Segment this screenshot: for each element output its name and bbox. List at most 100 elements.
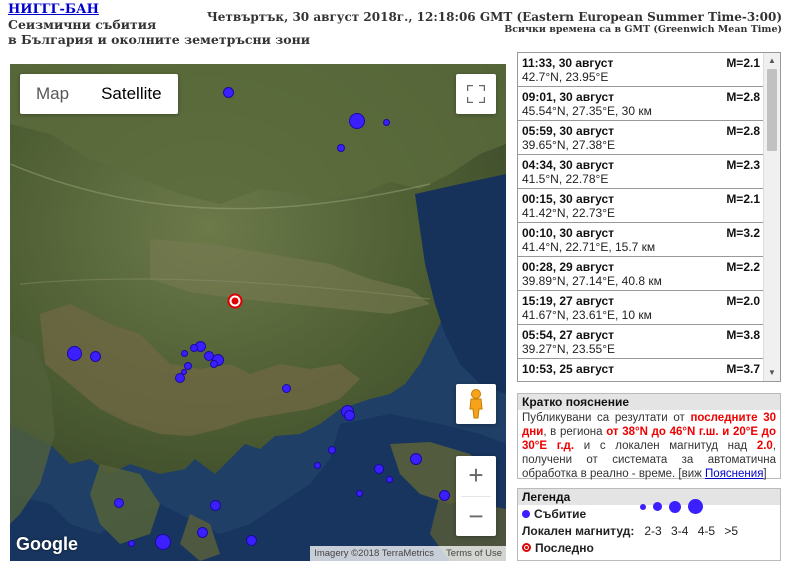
legend-event-label: Събитие [534,506,587,521]
event-marker[interactable] [439,490,450,501]
explanation-panel: Кратко пояснение Публикувани са резултат… [517,393,781,480]
scroll-down-icon[interactable]: ▼ [764,365,780,381]
map-canvas[interactable]: Map Satellite + − Google Imagery ©2018 T… [10,64,506,561]
explanations-link[interactable]: Пояснения [705,468,763,480]
event-marker[interactable] [328,446,336,454]
event-time: 05:54, 27 август [522,328,615,342]
terms-link[interactable]: Terms of Use [446,548,502,559]
legend-event-row: Събитие [518,499,780,522]
event-magnitude: M=3.8 [726,328,760,342]
event-marker[interactable] [181,369,187,375]
explain-highlight-magnitude: 2.0 [756,440,773,452]
zoom-control: + − [456,456,496,536]
event-coordinates: 41.67°N, 23.61°E, 10 км [522,308,652,322]
event-time: 04:34, 30 август [522,158,615,172]
event-marker[interactable] [344,410,355,421]
event-coordinates: 41.42°N, 22.73°E [522,206,615,220]
event-marker[interactable] [223,87,234,98]
event-marker[interactable] [349,113,365,129]
zoom-in-button[interactable]: + [456,456,496,496]
street-view-button[interactable] [456,384,496,424]
explain-text-part: и с локален магнитуд над [583,440,748,452]
event-marker[interactable] [197,527,208,538]
event-list-item[interactable]: 04:34, 30 август M=2.3 41.5°N, 22.78°E [518,155,764,189]
event-marker[interactable] [67,346,82,361]
event-marker[interactable] [410,453,422,465]
event-time: 10:53, 25 август [522,362,615,376]
map-attribution: Imagery ©2018 TerraMetrics Terms of Use [310,546,506,561]
explanation-title: Кратко пояснение [518,394,780,410]
pegman-icon [469,389,483,419]
event-list-item[interactable]: 15:19, 27 август M=2.0 41.67°N, 23.61°E, 1… [518,291,764,325]
event-marker[interactable] [210,360,218,368]
event-magnitude: M=2.3 [726,158,760,172]
last-event-marker-icon[interactable] [227,293,243,309]
event-marker[interactable] [356,490,363,497]
header-right: Четвъртък, 30 август 2018г., 12:18:06 GM… [207,10,782,36]
event-time: 15:19, 27 август [522,294,615,308]
event-coordinates: 39.89°N, 27.14°E, 40.8 км [522,274,662,288]
gmt-note: Всички времена са в GMT (Greenwich Mean … [504,24,782,35]
event-magnitude: M=2.1 [726,56,760,70]
event-time: 00:10, 30 август [522,226,615,240]
event-list-item[interactable]: 09:01, 30 август M=2.8 45.54°N, 27.35°E, 3… [518,87,764,121]
event-marker[interactable] [181,350,188,357]
last-event-icon [522,543,531,552]
event-list-scrollbar[interactable]: ▲ ▼ [763,53,780,381]
event-marker[interactable] [210,500,221,511]
event-time: 09:01, 30 август [522,90,615,104]
event-magnitude: M=3.2 [726,226,760,240]
event-marker[interactable] [314,462,321,469]
legend-last-label: Последно [535,540,594,555]
legend-last-row: Последно [518,539,780,556]
event-time: 00:28, 29 август [522,260,615,274]
map-type-map-button[interactable]: Map [20,74,85,114]
explain-text-part: Публикувани са резултати от [522,412,685,424]
legend-panel: Легенда Събитие Локален магнитуд: 2-3 3-… [517,488,781,561]
event-marker[interactable] [383,119,390,126]
event-marker[interactable] [128,540,135,547]
event-marker[interactable] [374,464,384,474]
legend-magnitude-row: Локален магнитуд: 2-3 3-4 4-5 >5 [518,522,780,539]
event-dot-icon [522,509,530,518]
event-list-item[interactable]: 11:33, 30 август M=2.1 42.7°N, 23.95°E [518,53,764,87]
event-marker[interactable] [246,535,257,546]
current-datetime: Четвъртък, 30 август 2018г., 12:18:06 GM… [206,10,782,24]
event-list-item[interactable]: 00:15, 30 август M=2.1 41.42°N, 22.73°E [518,189,764,223]
map-type-satellite-button[interactable]: Satellite [85,74,177,114]
event-coordinates: 41.5°N, 22.78°E [522,172,609,186]
event-coordinates: 39.65°N, 27.38°E [522,138,615,152]
magnitude-circle-icon [653,502,662,511]
event-list-item[interactable]: 00:28, 29 август M=2.2 39.89°N, 27.14°E, 4… [518,257,764,291]
satellite-terrain [10,64,506,561]
event-marker[interactable] [190,344,198,352]
event-marker[interactable] [386,476,393,483]
zoom-out-button[interactable]: − [456,496,496,536]
fullscreen-button[interactable] [456,74,496,114]
event-coordinates: 41.4°N, 22.71°E, 15.7 км [522,240,656,254]
event-marker[interactable] [90,351,101,362]
event-marker[interactable] [155,534,171,550]
event-marker[interactable] [114,498,124,508]
map-type-control: Map Satellite [20,74,178,114]
magnitude-circle-icon [669,500,681,513]
event-magnitude: M=2.8 [726,124,760,138]
scroll-thumb[interactable] [767,69,777,151]
event-coordinates: 39.27°N, 23.55°E [522,342,615,356]
event-list-item[interactable]: 05:59, 30 август M=2.8 39.65°N, 27.38°E [518,121,764,155]
scroll-up-icon[interactable]: ▲ [764,53,780,69]
fullscreen-icon [467,85,485,103]
explain-text-part: , в региона [543,426,603,438]
event-time: 05:59, 30 август [522,124,615,138]
explain-text-part: ] [763,468,767,480]
event-magnitude: M=2.8 [726,90,760,104]
event-marker[interactable] [282,384,291,393]
event-list-item[interactable]: 00:10, 30 август M=3.2 41.4°N, 22.71°E, 15… [518,223,764,257]
event-time: 00:15, 30 август [522,192,615,206]
event-magnitude: M=2.2 [726,260,760,274]
event-marker[interactable] [337,144,345,152]
event-list-item[interactable]: 05:54, 27 август M=3.8 39.27°N, 23.55°E [518,325,764,359]
event-list[interactable]: 11:33, 30 август M=2.1 42.7°N, 23.95°E 09:0… [517,52,781,382]
event-list-item[interactable]: 10:53, 25 август M=3.7 [518,359,764,381]
magnitude-circle-icon [688,499,703,514]
